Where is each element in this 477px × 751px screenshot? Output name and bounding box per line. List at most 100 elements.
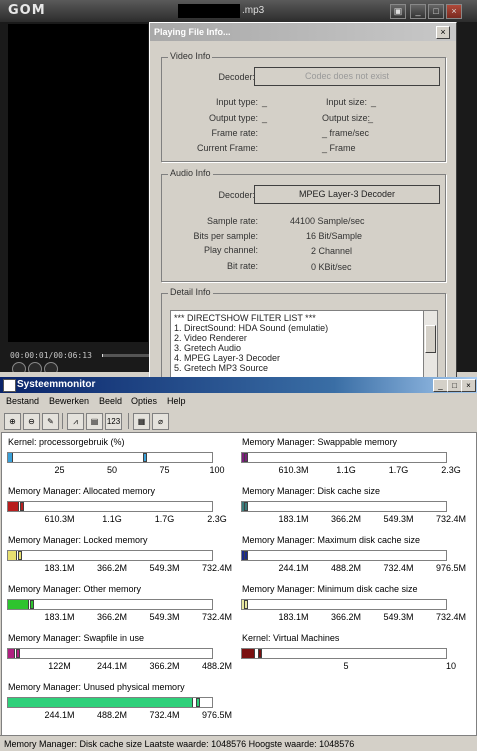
- edit-item-icon[interactable]: ✎: [42, 413, 59, 430]
- gauge-tick-label: 1.7G: [155, 514, 175, 524]
- gom-close-button[interactable]: ×: [446, 4, 462, 19]
- gom-settings-button[interactable]: ▣: [390, 4, 406, 19]
- next-button[interactable]: [44, 362, 58, 372]
- gauge-ticks: 244.1M488.2M732.4M976.5M: [241, 563, 451, 573]
- gauge-title: Kernel: Virtual Machines: [242, 633, 339, 643]
- gom-titlebar[interactable]: GOM .mp3 ▣ _ □ ×: [0, 0, 477, 22]
- sysmon-titlebar[interactable]: Systeemmonitor _ □ ×: [0, 377, 477, 393]
- frame-rate-value: _ frame/sec: [322, 128, 369, 138]
- gauge-bar: [241, 452, 447, 463]
- remove-item-icon[interactable]: ⊖: [23, 413, 40, 430]
- gauge-fill: [8, 600, 29, 609]
- video-decoder-label: Decoder:: [218, 72, 255, 82]
- gauge-title: Kernel: processorgebruik (%): [8, 437, 125, 447]
- sysmon-close-button[interactable]: ×: [461, 379, 476, 392]
- audio-info-legend: Audio Info: [168, 168, 213, 178]
- gauge-tick-label: 183.1M: [278, 514, 308, 524]
- frame-rate-label: Frame rate:: [211, 128, 258, 138]
- video-area[interactable]: [8, 24, 148, 342]
- add-item-icon[interactable]: ⊕: [4, 413, 21, 430]
- gauge-fill: [8, 453, 13, 462]
- gauge-peak-marker: [16, 649, 20, 658]
- menu-bestand[interactable]: Bestand: [6, 396, 39, 406]
- options-icon[interactable]: ⌀: [152, 413, 169, 430]
- gauge-ticks: 183.1M366.2M549.3M732.4M: [7, 563, 217, 573]
- play-channel-label: Play channel:: [204, 245, 258, 255]
- gauge-tick-label: 549.3M: [149, 563, 179, 573]
- filter-list-line: *** DIRECTSHOW FILTER LIST ***: [174, 313, 316, 323]
- gauge-cell: Memory Manager: Swapfile in use 122M244.…: [4, 631, 234, 679]
- dialog-title: Playing File Info...: [154, 27, 231, 37]
- play-channel-value: 2 Channel: [311, 246, 352, 256]
- gauge-title: Memory Manager: Minimum disk cache size: [242, 584, 418, 594]
- filter-list[interactable]: *** DIRECTSHOW FILTER LIST *** 1. Direct…: [170, 310, 425, 378]
- menu-help[interactable]: Help: [167, 396, 186, 406]
- toolbar-separator: [62, 413, 63, 429]
- gauge-fill: [8, 502, 19, 511]
- audio-info-group: Audio Info Decoder: MPEG Layer-3 Decoder…: [161, 174, 446, 282]
- gauge-ticks: 183.1M366.2M549.3M732.4M: [7, 612, 217, 622]
- gauge-tick-label: 2.3G: [441, 465, 461, 475]
- filter-list-scrollbar[interactable]: [423, 310, 438, 378]
- gauge-cell: Memory Manager: Locked memory 183.1M366.…: [4, 533, 234, 581]
- dialog-close-button[interactable]: ×: [436, 26, 450, 39]
- play-button[interactable]: [12, 362, 26, 372]
- gauge-tick-label: 50: [107, 465, 117, 475]
- sysmon-minimize-button[interactable]: _: [433, 379, 448, 392]
- gauge-fill: [8, 698, 193, 707]
- bits-per-sample-label: Bits per sample:: [193, 231, 258, 241]
- gauge-tick-label: 549.3M: [383, 514, 413, 524]
- dialog-titlebar[interactable]: Playing File Info... ×: [150, 23, 456, 41]
- gauge-title: Memory Manager: Disk cache size: [242, 486, 380, 496]
- playing-file-info-dialog: Playing File Info... × Video Info Decode…: [149, 22, 457, 380]
- gauge-peak-marker: [244, 453, 248, 462]
- gauge-tick-label: 366.2M: [97, 612, 127, 622]
- toolbar-separator: [128, 413, 129, 429]
- bar-chart-view-icon[interactable]: ▤: [86, 413, 103, 430]
- gauge-tick-label: 732.4M: [383, 563, 413, 573]
- status-text: Memory Manager: Disk cache size Laatste …: [4, 739, 354, 749]
- output-size-value: _: [368, 113, 373, 123]
- gom-file-name: .mp3: [242, 5, 264, 16]
- gauge-tick-label: 1.7G: [389, 465, 409, 475]
- gauge-peak-marker: [196, 698, 200, 707]
- menu-beeld[interactable]: Beeld: [99, 396, 122, 406]
- gauge-peak-marker: [258, 649, 262, 658]
- menu-opties[interactable]: Opties: [131, 396, 157, 406]
- current-frame-label: Current Frame:: [197, 143, 258, 153]
- gauge-cell: Memory Manager: Other memory 183.1M366.2…: [4, 582, 234, 630]
- gom-minimize-button[interactable]: _: [410, 4, 426, 19]
- gauge-cell: Memory Manager: Minimum disk cache size …: [238, 582, 468, 630]
- stop-button[interactable]: [28, 362, 42, 372]
- filter-list-line: 2. Video Renderer: [174, 333, 247, 343]
- gauge-fill: [242, 649, 255, 658]
- systeemmonitor-window: Systeemmonitor _ □ × Bestand Bewerken Be…: [0, 377, 477, 750]
- gauge-tick-label: 488.2M: [97, 710, 127, 720]
- detail-info-group: Detail Info *** DIRECTSHOW FILTER LIST *…: [161, 293, 446, 378]
- gauge-tick-label: 183.1M: [44, 563, 74, 573]
- gauge-bar: [241, 501, 447, 512]
- menu-bewerken[interactable]: Bewerken: [49, 396, 89, 406]
- input-type-value: _: [262, 97, 267, 107]
- gauge-ticks: 122M244.1M366.2M488.2M: [7, 661, 217, 671]
- numeric-view-icon[interactable]: 123: [105, 413, 122, 430]
- sysmon-maximize-button[interactable]: □: [447, 379, 462, 392]
- sample-rate-label: Sample rate:: [207, 216, 258, 226]
- gauge-tick-label: 1.1G: [336, 465, 356, 475]
- gauge-ticks: 510: [241, 661, 451, 671]
- gom-maximize-button[interactable]: □: [428, 4, 444, 19]
- output-type-label: Output type:: [209, 113, 258, 123]
- gauge-peak-marker: [143, 453, 147, 462]
- gauge-title: Memory Manager: Swapfile in use: [8, 633, 144, 643]
- video-info-group: Video Info Decoder: Codec does not exist…: [161, 57, 446, 162]
- line-chart-view-icon[interactable]: ⩘: [67, 413, 84, 430]
- video-decoder-field: Codec does not exist: [254, 67, 440, 86]
- seek-bar[interactable]: [102, 354, 150, 357]
- gauge-tick-label: 976.5M: [202, 710, 232, 720]
- gauge-ticks: 610.3M1.1G1.7G2.3G: [241, 465, 451, 475]
- sysmon-app-icon: [3, 379, 16, 392]
- gauge-tick-label: 25: [54, 465, 64, 475]
- output-type-value: _: [262, 113, 267, 123]
- scrollbar-thumb[interactable]: [425, 325, 436, 353]
- always-on-top-icon[interactable]: ▦: [133, 413, 150, 430]
